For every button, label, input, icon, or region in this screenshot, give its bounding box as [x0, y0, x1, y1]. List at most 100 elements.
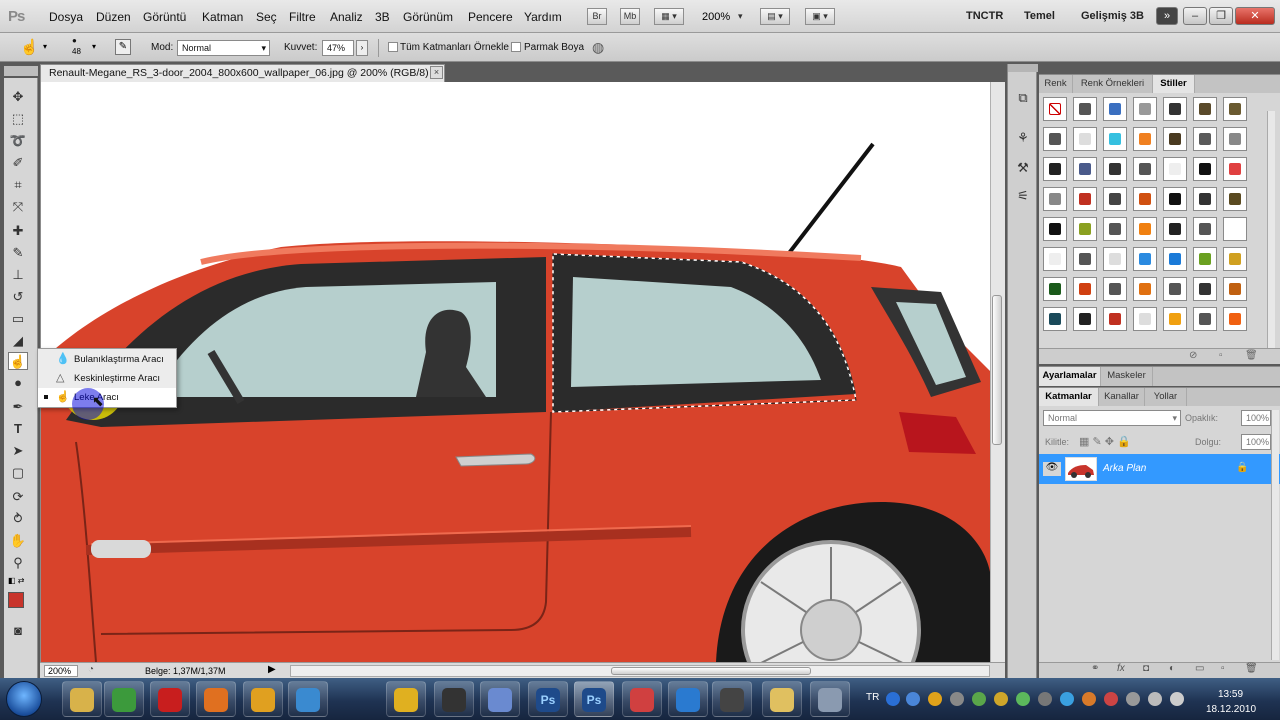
- workspace-gelismis-3b[interactable]: Gelişmiş 3B: [1081, 10, 1144, 22]
- taskbar-app-media-player[interactable]: [243, 681, 283, 717]
- taskbar-app-utility[interactable]: [386, 681, 426, 717]
- pen-tool-icon[interactable]: ✒: [8, 398, 28, 416]
- horizontal-scrollbar[interactable]: [290, 665, 990, 677]
- tab-renk-ornekleri[interactable]: Renk Örnekleri: [1073, 75, 1153, 93]
- style-swatch[interactable]: [1133, 157, 1157, 181]
- status-zoom-input[interactable]: 200%: [44, 665, 78, 677]
- style-swatch[interactable]: [1103, 97, 1127, 121]
- style-swatch[interactable]: [1193, 217, 1217, 241]
- lasso-tool-icon[interactable]: ➰: [8, 132, 28, 150]
- dock-header[interactable]: [1008, 64, 1038, 72]
- style-swatch[interactable]: [1043, 247, 1067, 271]
- brush-tool-icon[interactable]: ✎: [8, 244, 28, 262]
- style-swatch[interactable]: [1193, 247, 1217, 271]
- pressure-icon[interactable]: ◍: [592, 39, 604, 56]
- 3d-orbit-tool-icon[interactable]: ⥁: [8, 510, 28, 528]
- style-swatch[interactable]: [1043, 307, 1067, 331]
- paint-bucket-tool-icon[interactable]: ◢: [8, 332, 28, 350]
- taskbar-app-paint[interactable]: [480, 681, 520, 717]
- 3d-rotate-tool-icon[interactable]: ⟳: [8, 488, 28, 506]
- sample-all-checkbox[interactable]: [388, 42, 398, 52]
- flyout-item-smudge[interactable]: ☝ Leke Aracı: [38, 388, 176, 407]
- layer-name[interactable]: Arka Plan: [1103, 463, 1146, 474]
- clock-date[interactable]: 18.12.2010: [1206, 704, 1256, 715]
- style-swatch[interactable]: [1043, 277, 1067, 301]
- style-swatch[interactable]: [1163, 277, 1187, 301]
- eraser-tool-icon[interactable]: ▭: [8, 310, 28, 328]
- taskbar-app-photoshop-1[interactable]: Ps: [528, 681, 568, 717]
- menu-3b[interactable]: 3B: [375, 10, 390, 24]
- clock-time[interactable]: 13:59: [1218, 689, 1243, 700]
- view-extras-button[interactable]: ▦ ▾: [654, 8, 684, 25]
- taskbar-app-messenger[interactable]: [288, 681, 328, 717]
- style-swatch[interactable]: [1103, 127, 1127, 151]
- flyout-item-blur[interactable]: 💧 Bulanıklaştırma Aracı: [38, 350, 176, 369]
- new-layer-icon[interactable]: ▫: [1221, 663, 1225, 674]
- bridge-button[interactable]: Br: [587, 8, 607, 25]
- style-swatch[interactable]: [1103, 187, 1127, 211]
- style-swatch[interactable]: [1073, 187, 1097, 211]
- taskbar-app-folder[interactable]: [762, 681, 802, 717]
- chevron-right-icon[interactable]: ›: [356, 40, 368, 56]
- horizontal-scroll-thumb[interactable]: [611, 667, 811, 675]
- lock-icons[interactable]: ▦ ✎ ✥ 🔒: [1079, 435, 1131, 448]
- tray-icon-3[interactable]: [928, 692, 942, 706]
- smudge-tool-icon[interactable]: ☝: [8, 352, 28, 370]
- style-swatch[interactable]: [1043, 217, 1067, 241]
- style-swatch[interactable]: [1133, 217, 1157, 241]
- style-swatch[interactable]: [1223, 217, 1247, 241]
- style-swatch[interactable]: [1223, 277, 1247, 301]
- style-swatch[interactable]: [1073, 97, 1097, 121]
- path-select-tool-icon[interactable]: ➤: [8, 442, 28, 460]
- menu-pencere[interactable]: Pencere: [468, 10, 513, 24]
- help-tray-icon[interactable]: [886, 692, 900, 706]
- tab-kanallar[interactable]: Kanallar: [1099, 388, 1145, 406]
- menu-duzen[interactable]: Düzen: [96, 10, 131, 24]
- fill-input[interactable]: 100%: [1241, 434, 1271, 450]
- tab-katmanlar[interactable]: Katmanlar: [1039, 388, 1099, 406]
- layers-scrollbar[interactable]: [1271, 410, 1279, 660]
- tab-yollar[interactable]: Yollar: [1145, 388, 1187, 406]
- zoom-level[interactable]: 200%: [702, 11, 730, 23]
- quick-select-tool-icon[interactable]: ✐: [8, 154, 28, 172]
- zoom-tool-icon[interactable]: ⚲: [8, 554, 28, 572]
- taskbar-app-file-explorer[interactable]: [62, 681, 102, 717]
- workspace-temel[interactable]: Temel: [1024, 10, 1055, 22]
- style-swatch[interactable]: [1103, 277, 1127, 301]
- opacity-input[interactable]: 100%: [1241, 410, 1271, 426]
- menu-goruntu[interactable]: Görüntü: [143, 10, 186, 24]
- default-colors-icon[interactable]: ◧ ⇄: [8, 576, 24, 585]
- style-swatch[interactable]: [1133, 97, 1157, 121]
- language-indicator[interactable]: TR: [866, 692, 879, 703]
- new-style-icon[interactable]: ▫: [1219, 350, 1223, 361]
- mini-bridge-button[interactable]: Mb: [620, 8, 640, 25]
- tray-icon-5[interactable]: [972, 692, 986, 706]
- style-swatch[interactable]: [1223, 157, 1247, 181]
- screen-mode-button[interactable]: ▣ ▾: [805, 8, 835, 25]
- taskbar-app-app-11[interactable]: [622, 681, 662, 717]
- tab-renk[interactable]: Renk: [1039, 75, 1073, 93]
- arrange-documents-button[interactable]: ▤ ▾: [760, 8, 790, 25]
- style-swatch[interactable]: [1103, 217, 1127, 241]
- restore-icon[interactable]: ❐: [1209, 7, 1233, 25]
- style-swatch[interactable]: [1103, 307, 1127, 331]
- taskbar-app-obs[interactable]: [434, 681, 474, 717]
- style-swatch[interactable]: [1193, 157, 1217, 181]
- close-icon[interactable]: ×: [430, 66, 443, 79]
- style-swatch[interactable]: [1073, 247, 1097, 271]
- network-icon[interactable]: [1126, 692, 1140, 706]
- layer-row[interactable]: 👁 Arka Plan 🔒: [1039, 454, 1280, 484]
- bluetooth-icon[interactable]: [1060, 692, 1074, 706]
- style-swatch[interactable]: [1163, 247, 1187, 271]
- finger-paint-checkbox[interactable]: [511, 42, 521, 52]
- taskbar-app-opera[interactable]: [150, 681, 190, 717]
- style-swatch[interactable]: [1223, 127, 1247, 151]
- actions-panel-icon[interactable]: ⚘: [1015, 130, 1031, 146]
- shape-tool-icon[interactable]: ▢: [8, 464, 28, 482]
- close-icon[interactable]: ✕: [1235, 7, 1275, 25]
- tab-maskeler[interactable]: Maskeler: [1101, 367, 1153, 386]
- move-tool-icon[interactable]: ✥: [8, 88, 28, 106]
- type-tool-icon[interactable]: T: [8, 420, 28, 438]
- style-swatch[interactable]: [1043, 187, 1067, 211]
- style-swatch[interactable]: [1043, 127, 1067, 151]
